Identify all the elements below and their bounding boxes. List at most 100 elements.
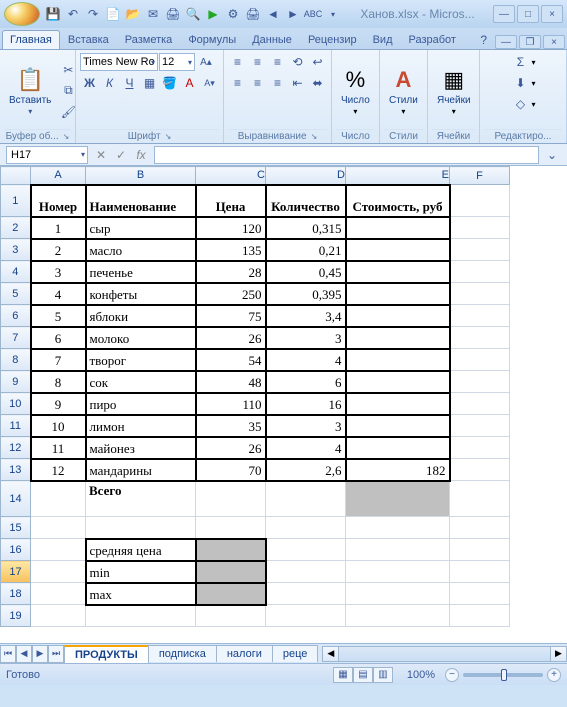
cell[interactable] xyxy=(450,283,510,305)
office-button[interactable] xyxy=(4,2,40,26)
cell[interactable]: сыр xyxy=(86,217,196,239)
cell[interactable]: 75 xyxy=(196,305,266,327)
row-header[interactable]: 19 xyxy=(1,605,31,627)
cell[interactable]: 4 xyxy=(31,283,86,305)
cell[interactable] xyxy=(346,561,450,583)
email-icon[interactable]: ✉ xyxy=(144,5,162,23)
cell[interactable] xyxy=(346,393,450,415)
cell[interactable]: пиро xyxy=(86,393,196,415)
cell[interactable]: 3 xyxy=(266,415,346,437)
cell[interactable]: 110 xyxy=(196,393,266,415)
cell[interactable]: 11 xyxy=(31,437,86,459)
cell[interactable]: 70 xyxy=(196,459,266,481)
clipboard-launcher-icon[interactable]: ↘ xyxy=(63,132,70,141)
cell[interactable]: max xyxy=(86,583,196,605)
cell[interactable] xyxy=(196,605,266,627)
sheet-tab[interactable]: подписка xyxy=(148,645,217,662)
align-right-icon[interactable]: ≡ xyxy=(268,73,287,93)
cell[interactable]: 2,6 xyxy=(266,459,346,481)
col-header-B[interactable]: B xyxy=(86,167,196,185)
row-header[interactable]: 7 xyxy=(1,327,31,349)
cells-button[interactable]: ▦Ячейки▾ xyxy=(432,63,476,119)
cell[interactable] xyxy=(346,583,450,605)
cell[interactable]: 4 xyxy=(266,349,346,371)
cell[interactable] xyxy=(266,481,346,517)
cell[interactable] xyxy=(450,185,510,217)
scroll-thumb[interactable] xyxy=(339,647,550,661)
cell[interactable]: 6 xyxy=(31,327,86,349)
cell[interactable]: 3 xyxy=(266,327,346,349)
cell[interactable] xyxy=(266,539,346,561)
wrap-text-icon[interactable]: ↩ xyxy=(308,52,327,72)
cell[interactable]: Стоимость, руб xyxy=(346,185,450,217)
autosum-icon[interactable]: Σ xyxy=(510,52,530,72)
cell[interactable]: Цена xyxy=(196,185,266,217)
row-header[interactable]: 2 xyxy=(1,217,31,239)
save-icon[interactable]: 💾 xyxy=(44,5,62,23)
doc-minimize-button[interactable]: — xyxy=(495,35,517,49)
zoom-value[interactable]: 100% xyxy=(401,669,441,681)
cell[interactable] xyxy=(346,327,450,349)
sheet-tab[interactable]: ПРОДУКТЫ xyxy=(64,645,149,663)
clear-icon[interactable]: ◇ xyxy=(510,94,530,114)
cell[interactable]: 0,395 xyxy=(266,283,346,305)
cell[interactable] xyxy=(266,583,346,605)
border-button[interactable]: ▦ xyxy=(140,73,159,93)
row-header[interactable]: 6 xyxy=(1,305,31,327)
cell[interactable]: 12 xyxy=(31,459,86,481)
row-header[interactable]: 18 xyxy=(1,583,31,605)
cell[interactable] xyxy=(266,605,346,627)
cell[interactable] xyxy=(266,517,346,539)
cell[interactable] xyxy=(450,393,510,415)
cell[interactable]: лимон xyxy=(86,415,196,437)
redo-icon[interactable]: ↷ xyxy=(84,5,102,23)
row-header[interactable]: 3 xyxy=(1,239,31,261)
cell[interactable]: яблоки xyxy=(86,305,196,327)
cell[interactable] xyxy=(31,539,86,561)
row-header[interactable]: 11 xyxy=(1,415,31,437)
cell[interactable] xyxy=(450,517,510,539)
tab-review[interactable]: Рецензир xyxy=(300,30,365,49)
cell[interactable]: 182 xyxy=(346,459,450,481)
tab-layout[interactable]: Разметка xyxy=(117,30,181,49)
cell[interactable] xyxy=(450,481,510,517)
cell[interactable]: 35 xyxy=(196,415,266,437)
row-header[interactable]: 16 xyxy=(1,539,31,561)
cell[interactable]: 5 xyxy=(31,305,86,327)
align-left-icon[interactable]: ≡ xyxy=(228,73,247,93)
cell[interactable] xyxy=(450,415,510,437)
cell[interactable] xyxy=(450,327,510,349)
cell[interactable]: майонез xyxy=(86,437,196,459)
cell[interactable]: конфеты xyxy=(86,283,196,305)
cell[interactable] xyxy=(450,217,510,239)
cell[interactable] xyxy=(450,583,510,605)
align-middle-icon[interactable]: ≡ xyxy=(248,52,267,72)
cell[interactable]: 1 xyxy=(31,217,86,239)
bold-button[interactable]: Ж xyxy=(80,73,99,93)
cell[interactable] xyxy=(31,583,86,605)
cell[interactable]: 0,315 xyxy=(266,217,346,239)
cell[interactable] xyxy=(31,561,86,583)
calc-icon[interactable]: ⚙ xyxy=(224,5,242,23)
horizontal-scrollbar[interactable]: ◀ ▶ xyxy=(322,646,567,662)
font-name-combo[interactable]: Times New Ro▾ xyxy=(80,53,158,71)
fill-color-button[interactable]: 🪣 xyxy=(160,73,179,93)
cell[interactable] xyxy=(31,517,86,539)
cell[interactable]: 2 xyxy=(31,239,86,261)
cell[interactable] xyxy=(346,539,450,561)
tab-data[interactable]: Данные xyxy=(244,30,300,49)
cell[interactable]: 3 xyxy=(31,261,86,283)
row-header[interactable]: 14 xyxy=(1,481,31,517)
open-icon[interactable]: 📂 xyxy=(124,5,142,23)
indent-dec-icon[interactable]: ⇤ xyxy=(288,73,307,93)
cell[interactable] xyxy=(346,481,450,517)
view-page-layout-icon[interactable]: ▤ xyxy=(353,667,373,683)
cell[interactable]: Количество xyxy=(266,185,346,217)
cell[interactable] xyxy=(196,517,266,539)
cell[interactable]: 120 xyxy=(196,217,266,239)
cell[interactable]: 6 xyxy=(266,371,346,393)
cell[interactable]: 0,21 xyxy=(266,239,346,261)
align-top-icon[interactable]: ≡ xyxy=(228,52,247,72)
row-header[interactable]: 9 xyxy=(1,371,31,393)
row-header[interactable]: 15 xyxy=(1,517,31,539)
